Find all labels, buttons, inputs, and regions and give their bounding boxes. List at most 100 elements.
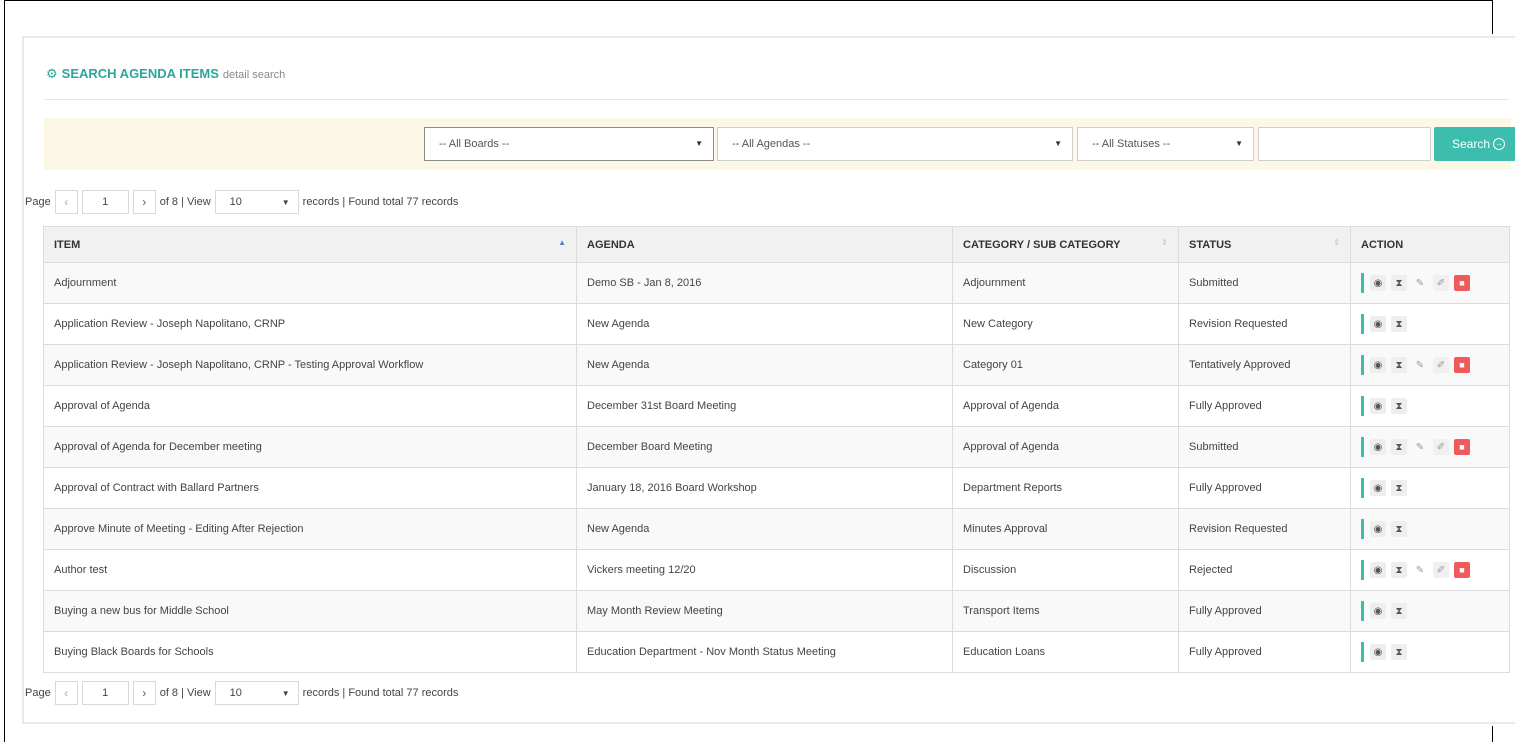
cell-status: Fully Approved	[1178, 631, 1351, 673]
hourglass-icon[interactable]: ⧗	[1391, 316, 1407, 332]
hourglass-icon[interactable]: ⧗	[1391, 398, 1407, 414]
cell-item: Buying a new bus for Middle School	[43, 590, 577, 632]
cell-actions: ◉ ⧗	[1350, 631, 1510, 673]
panel-header: ⚙ SEARCH AGENDA ITEMS detail search	[46, 66, 285, 82]
search-input[interactable]	[1258, 127, 1431, 161]
edit-icon[interactable]: ✐	[1433, 275, 1449, 291]
delete-icon[interactable]: ■	[1454, 439, 1470, 455]
cell-actions: ◉ ⧗	[1350, 385, 1510, 427]
delete-icon[interactable]: ■	[1454, 275, 1470, 291]
hourglass-icon[interactable]: ⧗	[1391, 357, 1407, 373]
table-row: Buying a new bus for Middle School May Mo…	[43, 590, 1510, 632]
hourglass-icon[interactable]: ⧗	[1391, 439, 1407, 455]
attach-icon[interactable]: ✎	[1412, 357, 1428, 373]
hourglass-icon[interactable]: ⧗	[1391, 275, 1407, 291]
view-icon[interactable]: ◉	[1370, 316, 1386, 332]
edit-icon[interactable]: ✐	[1433, 357, 1449, 373]
cell-actions: ◉ ⧗	[1350, 508, 1510, 550]
view-icon[interactable]: ◉	[1370, 357, 1386, 373]
cell-status: Tentatively Approved	[1178, 344, 1351, 386]
hourglass-icon[interactable]: ⧗	[1391, 562, 1407, 578]
pagination-top: Page ‹ 1 › of 8 | View 10 ▼ records | Fo…	[25, 190, 458, 214]
header-item[interactable]: ITEM ▲	[43, 226, 577, 263]
page-number-input[interactable]: 1	[81, 190, 129, 214]
cell-item: Approval of Agenda	[43, 385, 577, 427]
table-row: Author test Vickers meeting 12/20 Discussi…	[43, 549, 1510, 591]
table-row: Application Review - Joseph Napolitano, …	[43, 344, 1510, 386]
table-row: Approve Minute of Meeting - Editing Afte…	[43, 508, 1510, 550]
cell-item: Author test	[43, 549, 577, 591]
search-button[interactable]: Search →	[1434, 127, 1515, 161]
cell-category: Education Loans	[952, 631, 1179, 673]
page-size-select[interactable]: 10 ▼	[214, 190, 299, 214]
page-size-value: 10	[229, 196, 242, 208]
sort-asc-icon: ▲	[558, 238, 566, 247]
cell-category: Approval of Agenda	[952, 426, 1179, 468]
table-header-row: ITEM ▲ AGENDA CATEGORY / SUB CATEGORY ⇕ ST…	[43, 226, 1510, 263]
page-count-text: of 8 | View	[159, 687, 211, 699]
statuses-select-value: -- All Statuses --	[1092, 138, 1171, 150]
attach-icon[interactable]: ✎	[1412, 439, 1428, 455]
statuses-select[interactable]: -- All Statuses -- ▼	[1077, 127, 1254, 161]
row-actions: ◉ ⧗	[1361, 601, 1509, 621]
next-page-button[interactable]: ›	[132, 190, 156, 214]
cell-agenda: January 18, 2016 Board Workshop	[576, 467, 953, 509]
table-row: Approval of Contract with Ballard Partne…	[43, 467, 1510, 509]
header-category[interactable]: CATEGORY / SUB CATEGORY ⇕	[952, 226, 1179, 263]
view-icon[interactable]: ◉	[1370, 521, 1386, 537]
page-label: Page	[25, 196, 51, 208]
cell-status: Submitted	[1178, 262, 1351, 304]
view-icon[interactable]: ◉	[1370, 439, 1386, 455]
view-icon[interactable]: ◉	[1370, 562, 1386, 578]
cell-agenda: Demo SB - Jan 8, 2016	[576, 262, 953, 304]
cell-item: Approve Minute of Meeting - Editing Afte…	[43, 508, 577, 550]
view-icon[interactable]: ◉	[1370, 644, 1386, 660]
edit-icon[interactable]: ✐	[1433, 562, 1449, 578]
cell-category: New Category	[952, 303, 1179, 345]
cell-status: Submitted	[1178, 426, 1351, 468]
cell-agenda: New Agenda	[576, 508, 953, 550]
prev-page-button[interactable]: ‹	[54, 190, 78, 214]
cell-item: Application Review - Joseph Napolitano, …	[43, 344, 577, 386]
page-number-input[interactable]: 1	[81, 681, 129, 705]
page-title: SEARCH AGENDA ITEMS	[61, 66, 219, 81]
cell-category: Adjournment	[952, 262, 1179, 304]
cell-actions: ◉ ⧗ ✎ ✐ ■	[1350, 426, 1510, 468]
next-page-button[interactable]: ›	[132, 681, 156, 705]
pagination-bottom: Page ‹ 1 › of 8 | View 10 ▼ records | Fo…	[25, 681, 458, 705]
view-icon[interactable]: ◉	[1370, 275, 1386, 291]
attach-icon[interactable]: ✎	[1412, 562, 1428, 578]
hourglass-icon[interactable]: ⧗	[1391, 603, 1407, 619]
cell-status: Revision Requested	[1178, 303, 1351, 345]
cell-agenda: Education Department - Nov Month Status …	[576, 631, 953, 673]
view-icon[interactable]: ◉	[1370, 603, 1386, 619]
attach-icon[interactable]: ✎	[1412, 275, 1428, 291]
cell-actions: ◉ ⧗	[1350, 467, 1510, 509]
page-size-select[interactable]: 10 ▼	[214, 681, 299, 705]
agendas-select[interactable]: -- All Agendas -- ▼	[717, 127, 1073, 161]
cell-item: Adjournment	[43, 262, 577, 304]
prev-page-button[interactable]: ‹	[54, 681, 78, 705]
cell-agenda: December 31st Board Meeting	[576, 385, 953, 427]
delete-icon[interactable]: ■	[1454, 357, 1470, 373]
edit-icon[interactable]: ✐	[1433, 439, 1449, 455]
view-icon[interactable]: ◉	[1370, 398, 1386, 414]
hourglass-icon[interactable]: ⧗	[1391, 480, 1407, 496]
row-actions: ◉ ⧗	[1361, 478, 1509, 498]
header-agenda[interactable]: AGENDA	[576, 226, 953, 263]
table-row: Adjournment Demo SB - Jan 8, 2016 Adjournm…	[43, 262, 1510, 304]
caret-down-icon: ▼	[695, 139, 703, 148]
view-icon[interactable]: ◉	[1370, 480, 1386, 496]
delete-icon[interactable]: ■	[1454, 562, 1470, 578]
table-row: Application Review - Joseph Napolitano, …	[43, 303, 1510, 345]
hourglass-icon[interactable]: ⧗	[1391, 644, 1407, 660]
hourglass-icon[interactable]: ⧗	[1391, 521, 1407, 537]
row-actions: ◉ ⧗ ✎ ✐ ■	[1361, 355, 1509, 375]
boards-select[interactable]: -- All Boards -- ▼	[424, 127, 714, 161]
header-status[interactable]: STATUS ⇕	[1178, 226, 1351, 263]
arrow-circle-icon: →	[1493, 138, 1506, 150]
cell-agenda: December Board Meeting	[576, 426, 953, 468]
detail-search-link[interactable]: detail search	[223, 69, 285, 81]
records-total-text: records | Found total 77 records	[302, 687, 459, 699]
row-actions: ◉ ⧗	[1361, 519, 1509, 539]
